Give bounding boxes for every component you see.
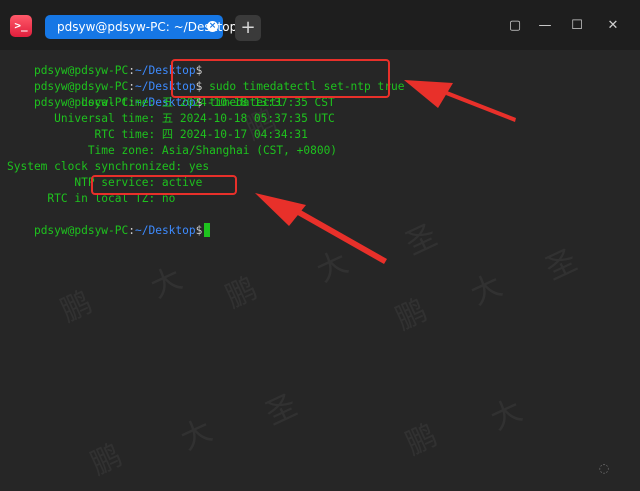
- output-ntp-service: NTP service: active: [7, 176, 203, 189]
- watermark-char: 鹏: [400, 417, 443, 463]
- watermark-char: 鹏: [220, 270, 263, 316]
- watermark-char: 鹏: [85, 437, 128, 483]
- minimize-button[interactable]: —: [535, 16, 555, 36]
- output-rtc-local-tz: RTC in local TZ: no: [7, 192, 176, 205]
- watermark-char: 大: [485, 392, 528, 438]
- terminal-line: pdsyw@pdsyw-PC:~/Desktop$: [7, 207, 211, 237]
- watermark-char: 圣: [540, 242, 583, 288]
- terminal-line: pdsyw@pdsyw-PC:~/Desktop$ timedatectl: [7, 79, 283, 109]
- output-universal-time: Universal time: 五 2024-10-18 05:37:35 UT…: [7, 112, 335, 125]
- text-cursor: [204, 223, 211, 237]
- watermark-char: 鹏: [390, 292, 433, 338]
- restore-icon[interactable]: ▢: [505, 16, 525, 36]
- terminal-app-icon: >_: [10, 15, 32, 37]
- watermark-char: 大: [311, 244, 354, 290]
- terminal-area[interactable]: 鹏 大 圣 鹏 大 鹏 大 圣 鹏 鹏 大 鹏 大 圣 pdsyw@pdsyw-…: [0, 50, 640, 491]
- prompt-dollar: $: [195, 224, 203, 237]
- prompt-path: ~/Desktop: [135, 224, 196, 237]
- watermark-char: 圣: [400, 217, 443, 263]
- prompt-separator: :: [128, 224, 135, 237]
- terminal-line: pdsyw@pdsyw-PC:~/Desktop$: [7, 47, 202, 77]
- terminal-line: pdsyw@pdsyw-PC:~/Desktop$ sudo timedatec…: [7, 63, 405, 93]
- watermark-char: 大: [145, 260, 188, 306]
- watermark-char: 大: [465, 267, 508, 313]
- watermark-char: 鹏: [55, 284, 98, 330]
- watermark-char: 大: [175, 412, 218, 458]
- close-window-button[interactable]: ✕: [603, 16, 623, 36]
- title-bar: >_ pdsyw@pdsyw-PC: ~/Desktop × + ▢ — ☐ ✕: [0, 0, 640, 50]
- tab-close-icon[interactable]: ×: [207, 21, 218, 32]
- prompt-user: pdsyw@pdsyw-PC: [33, 224, 129, 237]
- watermark-char: 圣: [260, 387, 303, 433]
- output-rtc-time: RTC time: 四 2024-10-17 04:34:31: [7, 128, 308, 141]
- output-time-zone: Time zone: Asia/Shanghai (CST, +0800): [7, 144, 338, 157]
- output-local-time: Local time: 五 2024-10-18 13:37:35 CST: [7, 96, 335, 109]
- new-tab-button[interactable]: +: [235, 15, 261, 41]
- maximize-button[interactable]: ☐: [567, 16, 587, 36]
- chat-bubble-icon: ◌: [598, 461, 610, 475]
- tab-terminal[interactable]: pdsyw@pdsyw-PC: ~/Desktop ×: [45, 15, 237, 39]
- output-clock-synchronized: System clock synchronized: yes: [7, 160, 210, 173]
